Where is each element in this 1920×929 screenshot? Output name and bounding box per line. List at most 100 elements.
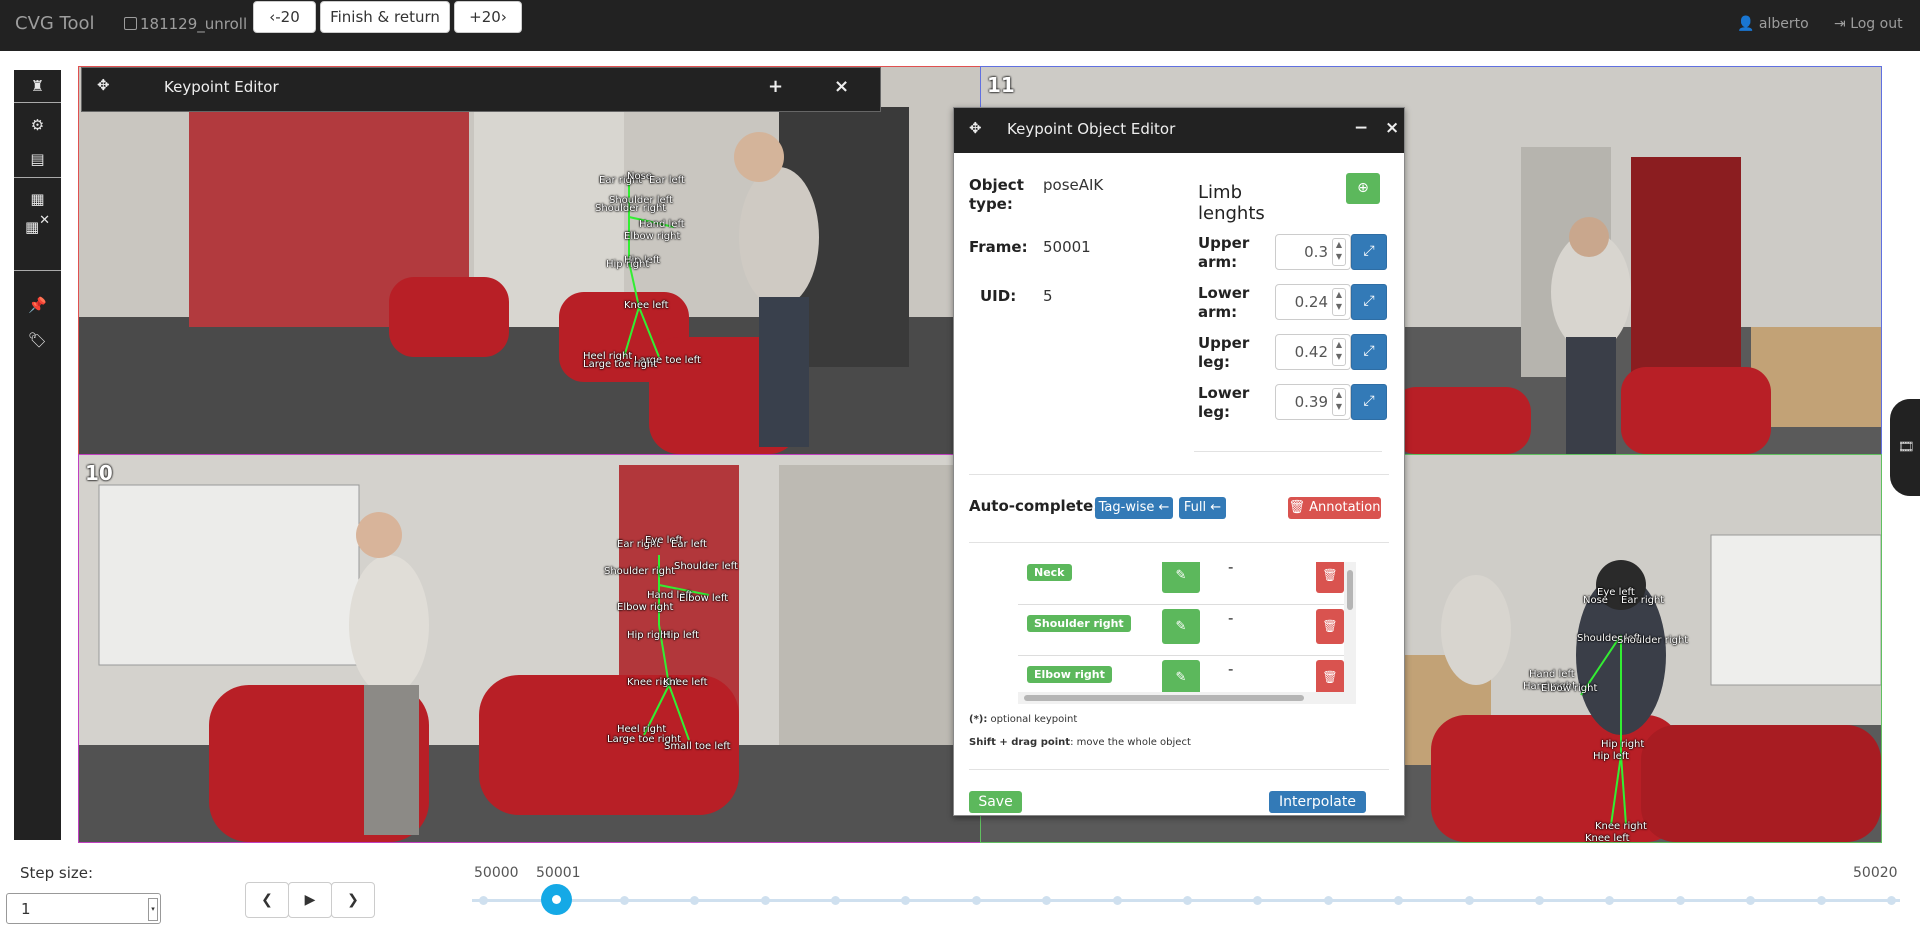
trash-icon[interactable]: 🗑	[1316, 609, 1344, 644]
keypoint-label[interactable]: Knee left	[1585, 833, 1630, 842]
slider-tick[interactable]	[1535, 896, 1544, 905]
keypoint-label[interactable]: Elbow left	[679, 593, 728, 604]
delete-annotation-button[interactable]: 🗑 Annotation	[1288, 497, 1381, 519]
scrollbar-thumb[interactable]	[1024, 695, 1304, 701]
slider-tick[interactable]	[1394, 896, 1404, 905]
upload-button[interactable]: ⊕	[1346, 173, 1380, 204]
slider-tick[interactable]	[1183, 896, 1192, 905]
slider-tick[interactable]	[1112, 896, 1122, 905]
save-button[interactable]: Save	[969, 791, 1022, 813]
expand-icon[interactable]: ⤢	[1351, 384, 1387, 420]
slider-tick[interactable]	[1042, 896, 1052, 905]
next-frame-button[interactable]: ❯	[331, 882, 375, 918]
keypoint-label[interactable]: Small toe left	[664, 741, 731, 752]
user-menu[interactable]: 👤 alberto	[1737, 16, 1809, 32]
camera-view-bottom-left[interactable]: 10 Ear right Eye left Ear left Shoulder …	[78, 454, 981, 843]
pin-icon[interactable]: 📌	[14, 292, 61, 318]
grid-close-icon[interactable]: ▦✕	[14, 213, 61, 240]
keypoint-label[interactable]: Elbow right	[624, 231, 680, 242]
keypoint-label[interactable]: Ear right	[1621, 595, 1664, 606]
step-size-input[interactable]: 1 ▾	[6, 893, 161, 924]
prev-20-button[interactable]: ‹-20	[253, 1, 316, 33]
tagwise-button[interactable]: Tag-wise ←	[1095, 497, 1173, 519]
app-brand[interactable]: CVG Tool	[15, 13, 95, 34]
horizontal-scrollbar[interactable]	[1018, 692, 1346, 704]
slider-tick[interactable]	[619, 896, 629, 905]
slider-tick[interactable]	[901, 896, 911, 905]
keypoint-label[interactable]: Knee right	[1595, 821, 1647, 832]
scrollbar-thumb[interactable]	[1347, 570, 1353, 610]
keypoint-label[interactable]: Hip left	[1593, 751, 1629, 762]
film-icon[interactable]: 🎞	[1890, 399, 1920, 496]
slider-tick[interactable]	[479, 896, 488, 905]
upper-leg-input[interactable]: 0.42 ▲ ▼	[1275, 334, 1351, 370]
spinner-arrows-icon[interactable]: ▲ ▼	[1332, 238, 1346, 266]
keypoint-label[interactable]: Hand left	[1529, 669, 1575, 680]
slider-tick[interactable]	[1605, 896, 1615, 905]
gear-icon[interactable]: ⚙	[14, 112, 61, 138]
slider-tick[interactable]	[760, 896, 770, 905]
expand-icon[interactable]: ⤢	[1351, 334, 1387, 370]
keypoint-label[interactable]: Hip right	[606, 259, 649, 270]
edit-icon[interactable]: ✎	[1162, 609, 1200, 644]
keypoint-label[interactable]: Hip left	[663, 630, 699, 641]
slider-tick[interactable]	[690, 896, 700, 905]
keypoint-label[interactable]: Hip right	[1601, 739, 1644, 750]
close-button[interactable]: ×	[1385, 118, 1399, 138]
keypoint-label[interactable]: Elbow right	[1541, 683, 1597, 694]
previous-frame-button[interactable]: ❮	[245, 882, 289, 918]
finish-return-button[interactable]: Finish & return	[320, 1, 450, 33]
spinner-arrows-icon[interactable]: ▲ ▼	[1332, 388, 1346, 416]
upper-arm-input[interactable]: 0.3 ▲ ▼	[1275, 234, 1351, 270]
spinner-arrows-icon[interactable]: ▲ ▼	[1332, 288, 1346, 316]
move-icon[interactable]: ✥	[969, 119, 982, 137]
keypoint-label[interactable]: Ear left	[671, 539, 707, 550]
trash-icon[interactable]: 🗑	[1316, 562, 1344, 593]
chess-rook-icon[interactable]: ♜	[14, 73, 61, 99]
move-icon[interactable]: ✥	[97, 76, 110, 94]
keypoint-label[interactable]: Large toe right	[583, 359, 657, 370]
edit-icon[interactable]: ✎	[1162, 562, 1200, 593]
spinner-arrows-icon[interactable]: ▲ ▼	[1332, 338, 1346, 366]
slider-tick[interactable]	[1675, 896, 1685, 905]
slider-tick[interactable]	[1253, 896, 1263, 905]
keypoint-label[interactable]: Elbow right	[617, 602, 673, 613]
play-button[interactable]: ▶	[288, 882, 332, 918]
trash-icon[interactable]: 🗑	[1316, 660, 1344, 695]
keypoint-label[interactable]: Shoulder left	[674, 561, 738, 572]
keypoint-label[interactable]: Shoulder right	[604, 566, 675, 577]
logout-link[interactable]: ⇥ Log out	[1834, 16, 1903, 32]
keypoint-label[interactable]: Shoulder right	[595, 203, 666, 214]
lower-leg-input[interactable]: 0.39 ▲ ▼	[1275, 384, 1351, 420]
keypoint-label[interactable]: Ear left	[649, 175, 685, 186]
spinner-icon[interactable]: ▾	[148, 898, 158, 921]
slider-tick[interactable]	[1746, 896, 1756, 905]
full-button[interactable]: Full ←	[1179, 497, 1226, 519]
edit-icon[interactable]: ✎	[1162, 660, 1200, 695]
tag-icon[interactable]: 🏷	[14, 327, 61, 353]
vertical-scrollbar[interactable]	[1344, 562, 1356, 704]
next-20-button[interactable]: +20›	[454, 1, 522, 33]
slider-tick[interactable]	[1816, 896, 1826, 905]
slider-tick[interactable]	[1323, 896, 1333, 905]
interpolate-button[interactable]: Interpolate	[1269, 791, 1366, 813]
keypoint-label[interactable]: Hand left	[639, 219, 685, 230]
frame-slider-handle[interactable]	[541, 884, 572, 915]
expand-icon[interactable]: ⤢	[1351, 284, 1387, 320]
lower-arm-input[interactable]: 0.24 ▲ ▼	[1275, 284, 1351, 320]
keypoint-label[interactable]: Knee left	[663, 677, 708, 688]
close-button[interactable]: ×	[834, 76, 849, 97]
slider-tick[interactable]	[1887, 896, 1896, 905]
slider-tick[interactable]	[831, 896, 840, 905]
keypoint-label[interactable]: Shoulder right	[1617, 635, 1688, 646]
camera-view-top-left[interactable]: Ear right Nose Ear left Shoulder left Sh…	[78, 66, 981, 455]
list-icon[interactable]: ▤	[14, 146, 61, 172]
keypoint-label[interactable]: Nose	[1583, 595, 1608, 606]
keypoint-label[interactable]: Knee left	[624, 300, 669, 311]
grid-icon[interactable]: ▦	[14, 186, 61, 212]
minimize-button[interactable]: −	[1354, 118, 1368, 138]
add-button[interactable]: +	[768, 76, 783, 97]
expand-icon[interactable]: ⤢	[1351, 234, 1387, 270]
slider-tick[interactable]	[971, 896, 981, 905]
slider-tick[interactable]	[1464, 896, 1474, 905]
